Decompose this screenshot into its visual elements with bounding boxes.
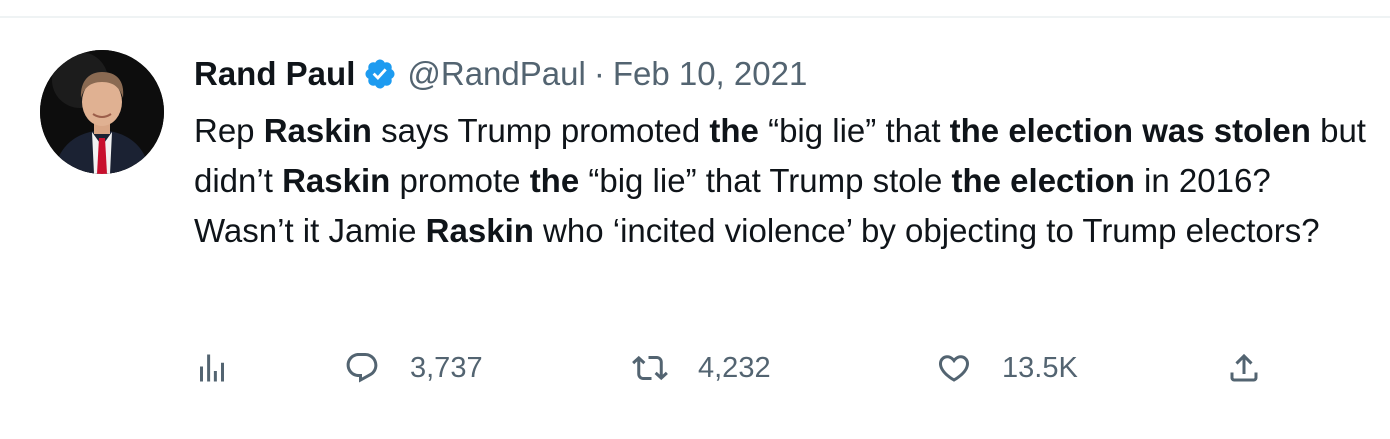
top-divider bbox=[0, 16, 1390, 18]
author-handle[interactable]: @RandPaul bbox=[407, 55, 585, 93]
retweet-icon bbox=[632, 355, 668, 381]
views-button[interactable] bbox=[194, 344, 230, 392]
tweet-text-segment: “big lie” that bbox=[758, 112, 950, 149]
tweet-text-segment: promote bbox=[390, 162, 530, 199]
verified-badge-icon bbox=[363, 57, 397, 91]
tweet-text-segment: says Trump promoted bbox=[371, 112, 710, 149]
author-name[interactable]: Rand Paul bbox=[194, 55, 355, 93]
tweet-text-segment: Rep bbox=[194, 112, 264, 149]
speech-bubble-icon bbox=[346, 353, 378, 383]
share-button[interactable] bbox=[1226, 344, 1262, 392]
tweet-text-segment: who ‘incited violence’ by objecting to T… bbox=[533, 212, 1320, 249]
tweet-text-bold-segment: Raskin bbox=[282, 162, 391, 199]
avatar[interactable] bbox=[40, 50, 164, 174]
tweet-date[interactable]: Feb 10, 2021 bbox=[613, 55, 808, 93]
tweet-text-bold-segment: Raskin bbox=[425, 212, 534, 249]
header-separator: · bbox=[593, 55, 605, 92]
share-icon bbox=[1230, 353, 1258, 382]
bar-chart-icon bbox=[200, 354, 224, 382]
heart-icon bbox=[938, 355, 970, 382]
tweet-header: Rand Paul @RandPaul · Feb 10, 2021 bbox=[194, 52, 1374, 96]
tweet-text-bold-segment: the election bbox=[951, 162, 1135, 199]
avatar-photo bbox=[40, 50, 164, 174]
tweet-content: Rand Paul @RandPaul · Feb 10, 2021 Rep R… bbox=[194, 52, 1374, 256]
tweet-text-bold-segment: the election was stolen bbox=[949, 112, 1311, 149]
tweet-text-bold-segment: the bbox=[529, 162, 580, 199]
reply-count: 3,737 bbox=[410, 351, 483, 384]
tweet-text-bold-segment: the bbox=[709, 112, 759, 149]
tweet-text-bold-segment: Raskin bbox=[263, 112, 372, 149]
tweet-text-segment: “big lie” that Trump stole bbox=[579, 162, 952, 199]
like-button[interactable]: 13.5K bbox=[936, 344, 1078, 392]
reply-button[interactable]: 3,737 bbox=[344, 344, 483, 392]
retweet-count: 4,232 bbox=[698, 351, 771, 384]
tweet-text: Rep Raskin says Trump promoted the “big … bbox=[194, 106, 1374, 256]
retweet-button[interactable]: 4,232 bbox=[632, 344, 771, 392]
tweet-actions: 3,737 4,232 13.5K bbox=[194, 344, 1294, 392]
like-count: 13.5K bbox=[1002, 351, 1078, 384]
